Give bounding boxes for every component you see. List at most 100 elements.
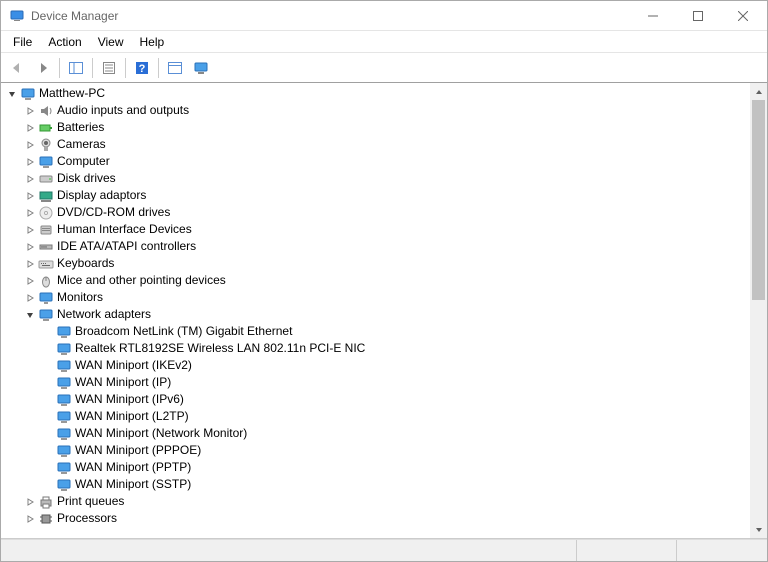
status-pane bbox=[577, 540, 677, 561]
cpu-icon bbox=[38, 511, 54, 527]
tree-item-cat-9[interactable]: Keyboards bbox=[5, 255, 750, 272]
computer-icon bbox=[38, 154, 54, 170]
tree-item-label: Monitors bbox=[57, 289, 103, 306]
device-tree[interactable]: Matthew-PCAudio inputs and outputsBatter… bbox=[1, 83, 750, 538]
tree-item-label: Audio inputs and outputs bbox=[57, 102, 189, 119]
window-title: Device Manager bbox=[31, 9, 630, 23]
tree-item-label: Processors bbox=[57, 510, 117, 527]
tree-item-cat-12-child-1[interactable]: Realtek RTL8192SE Wireless LAN 802.11n P… bbox=[5, 340, 750, 357]
menu-view[interactable]: View bbox=[90, 33, 132, 51]
toolbar: ? bbox=[1, 53, 767, 83]
expand-icon[interactable] bbox=[23, 155, 37, 169]
netcard-icon bbox=[56, 341, 72, 357]
scroll-track[interactable] bbox=[750, 100, 767, 521]
tree-item-cat-12[interactable]: Network adapters bbox=[5, 306, 750, 323]
monitor-button[interactable] bbox=[189, 56, 213, 80]
tree-item-cat-12-child-7[interactable]: WAN Miniport (PPPOE) bbox=[5, 442, 750, 459]
status-pane bbox=[1, 540, 577, 561]
menu-file[interactable]: File bbox=[5, 33, 40, 51]
tree-item-label: Computer bbox=[57, 153, 110, 170]
scroll-thumb[interactable] bbox=[752, 100, 765, 300]
statusbar bbox=[1, 539, 767, 561]
tree-item-cat-12-child-6[interactable]: WAN Miniport (Network Monitor) bbox=[5, 425, 750, 442]
scroll-up-button[interactable] bbox=[750, 83, 767, 100]
tree-item-label: WAN Miniport (SSTP) bbox=[75, 476, 191, 493]
tree-item-label: WAN Miniport (IP) bbox=[75, 374, 171, 391]
network-icon bbox=[38, 307, 54, 323]
svg-text:?: ? bbox=[139, 63, 146, 75]
camera-icon bbox=[38, 137, 54, 153]
expand-icon[interactable] bbox=[23, 121, 37, 135]
tree-item-cat-12-child-3[interactable]: WAN Miniport (IP) bbox=[5, 374, 750, 391]
tree-item-cat-12-child-5[interactable]: WAN Miniport (L2TP) bbox=[5, 408, 750, 425]
tree-item-cat-14[interactable]: Processors bbox=[5, 510, 750, 527]
tree-item-label: Batteries bbox=[57, 119, 104, 136]
tree-item-cat-7[interactable]: Human Interface Devices bbox=[5, 221, 750, 238]
tree-item-cat-3[interactable]: Computer bbox=[5, 153, 750, 170]
titlebar[interactable]: Device Manager bbox=[1, 1, 767, 31]
tree-item-label: WAN Miniport (L2TP) bbox=[75, 408, 189, 425]
expand-icon[interactable] bbox=[23, 257, 37, 271]
disk-icon bbox=[38, 171, 54, 187]
expand-icon[interactable] bbox=[23, 189, 37, 203]
tree-item-cat-12-child-2[interactable]: WAN Miniport (IKEv2) bbox=[5, 357, 750, 374]
expand-icon[interactable] bbox=[23, 172, 37, 186]
display-icon bbox=[38, 188, 54, 204]
netcard-icon bbox=[56, 426, 72, 442]
close-button[interactable] bbox=[720, 1, 765, 30]
tree-item-label: Print queues bbox=[57, 493, 124, 510]
expand-icon[interactable] bbox=[23, 512, 37, 526]
expand-icon[interactable] bbox=[23, 104, 37, 118]
expand-icon[interactable] bbox=[23, 274, 37, 288]
tree-item-cat-12-child-4[interactable]: WAN Miniport (IPv6) bbox=[5, 391, 750, 408]
back-button[interactable] bbox=[5, 56, 29, 80]
expand-icon[interactable] bbox=[23, 223, 37, 237]
device-manager-window: Device Manager File Action View Help bbox=[0, 0, 768, 562]
tree-item-cat-8[interactable]: IDE ATA/ATAPI controllers bbox=[5, 238, 750, 255]
audio-icon bbox=[38, 103, 54, 119]
tree-item-label: Keyboards bbox=[57, 255, 114, 272]
collapse-icon[interactable] bbox=[5, 87, 19, 101]
tree-item-cat-1[interactable]: Batteries bbox=[5, 119, 750, 136]
tree-item-cat-0[interactable]: Audio inputs and outputs bbox=[5, 102, 750, 119]
tree-item-label: Matthew-PC bbox=[39, 85, 105, 102]
hid-icon bbox=[38, 222, 54, 238]
tree-item-label: Human Interface Devices bbox=[57, 221, 192, 238]
tree-item-cat-12-child-0[interactable]: Broadcom NetLink (TM) Gigabit Ethernet bbox=[5, 323, 750, 340]
toolbar-separator bbox=[59, 58, 60, 78]
vertical-scrollbar[interactable] bbox=[750, 83, 767, 538]
status-pane bbox=[677, 540, 767, 561]
properties-button[interactable] bbox=[97, 56, 121, 80]
collapse-icon[interactable] bbox=[23, 308, 37, 322]
tree-item-label: WAN Miniport (PPPOE) bbox=[75, 442, 201, 459]
forward-button[interactable] bbox=[31, 56, 55, 80]
netcard-icon bbox=[56, 477, 72, 493]
expand-icon[interactable] bbox=[23, 240, 37, 254]
scan-hardware-button[interactable] bbox=[163, 56, 187, 80]
tree-item-cat-5[interactable]: Display adaptors bbox=[5, 187, 750, 204]
tree-item-cat-13[interactable]: Print queues bbox=[5, 493, 750, 510]
menu-action[interactable]: Action bbox=[40, 33, 89, 51]
expand-icon[interactable] bbox=[23, 495, 37, 509]
tree-item-cat-2[interactable]: Cameras bbox=[5, 136, 750, 153]
expand-icon[interactable] bbox=[23, 291, 37, 305]
mouse-icon bbox=[38, 273, 54, 289]
tree-item-cat-6[interactable]: DVD/CD-ROM drives bbox=[5, 204, 750, 221]
menu-help[interactable]: Help bbox=[132, 33, 173, 51]
netcard-icon bbox=[56, 324, 72, 340]
maximize-button[interactable] bbox=[675, 1, 720, 30]
tree-item-cat-10[interactable]: Mice and other pointing devices bbox=[5, 272, 750, 289]
tree-item-cat-4[interactable]: Disk drives bbox=[5, 170, 750, 187]
tree-item-label: Mice and other pointing devices bbox=[57, 272, 226, 289]
expand-icon[interactable] bbox=[23, 138, 37, 152]
tree-item-cat-11[interactable]: Monitors bbox=[5, 289, 750, 306]
printer-icon bbox=[38, 494, 54, 510]
show-hide-tree-button[interactable] bbox=[64, 56, 88, 80]
expand-icon[interactable] bbox=[23, 206, 37, 220]
scroll-down-button[interactable] bbox=[750, 521, 767, 538]
help-button[interactable]: ? bbox=[130, 56, 154, 80]
tree-item-cat-12-child-8[interactable]: WAN Miniport (PPTP) bbox=[5, 459, 750, 476]
tree-item-cat-12-child-9[interactable]: WAN Miniport (SSTP) bbox=[5, 476, 750, 493]
tree-item-root[interactable]: Matthew-PC bbox=[5, 85, 750, 102]
minimize-button[interactable] bbox=[630, 1, 675, 30]
